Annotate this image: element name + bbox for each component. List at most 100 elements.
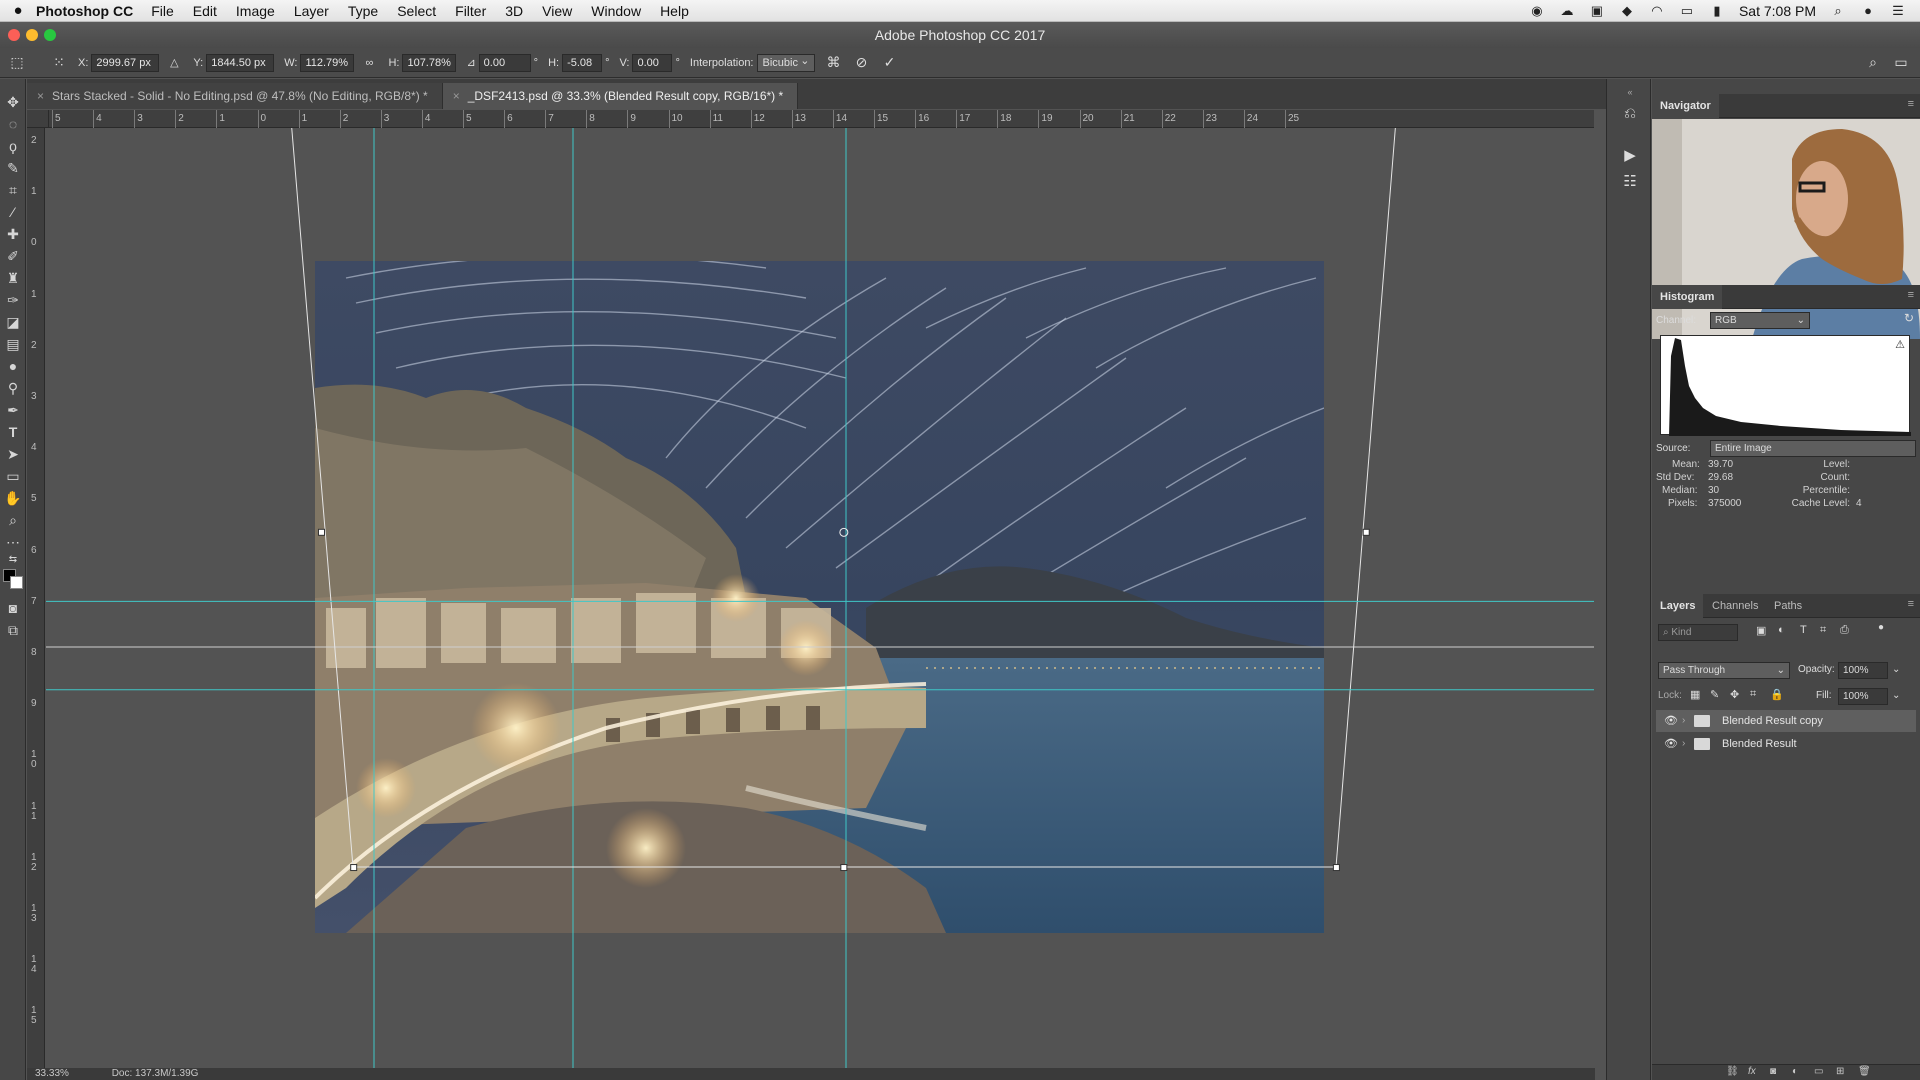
cancel-transform-icon[interactable]: ⊘ <box>853 54 871 71</box>
link-layers-icon[interactable]: ⛓ <box>1726 1066 1739 1077</box>
navigator-tab[interactable]: Navigator <box>1652 94 1719 118</box>
close-window-button[interactable] <box>8 29 20 41</box>
quick-selection-tool-icon[interactable]: ✎ <box>2 157 24 179</box>
history-panel-icon[interactable]: ⎌ <box>1619 103 1641 125</box>
layer-name[interactable]: Blended Result <box>1722 733 1797 755</box>
search-icon[interactable]: ⌕ <box>1864 54 1882 71</box>
swap-colors-icon[interactable]: ⇆ <box>2 549 24 571</box>
rectangle-tool-icon[interactable]: ▭ <box>2 465 24 487</box>
tab-layers[interactable]: Layers <box>1652 594 1704 618</box>
notification-center-icon[interactable]: ☰ <box>1890 3 1906 18</box>
histogram-tab[interactable]: Histogram <box>1652 285 1723 309</box>
path-selection-tool-icon[interactable]: ➤ <box>2 443 24 465</box>
eraser-tool-icon[interactable]: ◪ <box>2 311 24 333</box>
menubar-clock[interactable]: Sat 7:08 PM <box>1739 3 1816 19</box>
menu-window[interactable]: Window <box>591 3 641 19</box>
vertical-skew-input[interactable]: 0.00 <box>632 53 673 72</box>
airplay-icon[interactable]: ▭ <box>1679 3 1695 18</box>
crop-tool-icon[interactable]: ⌗ <box>2 179 24 201</box>
healing-brush-tool-icon[interactable]: ✚ <box>2 223 24 245</box>
actions-panel-icon[interactable]: ▶ <box>1619 145 1641 167</box>
filter-adjustment-icon[interactable]: ◐ <box>1778 624 1785 636</box>
filter-type-icon[interactable]: T <box>1800 624 1807 636</box>
spotlight-search-icon[interactable]: ⌕ <box>1830 3 1846 18</box>
layer-style-icon[interactable]: fx <box>1748 1066 1756 1077</box>
dodge-tool-icon[interactable]: ⚲ <box>2 377 24 399</box>
layer-name[interactable]: Blended Result copy <box>1722 710 1823 732</box>
history-brush-tool-icon[interactable]: ✑ <box>2 289 24 311</box>
layer-filter-input[interactable]: ⌕ Kind <box>1658 624 1738 641</box>
menu-layer[interactable]: Layer <box>294 3 329 19</box>
interpolation-select[interactable]: Bicubic <box>756 53 815 72</box>
display-icon[interactable]: ▣ <box>1589 3 1605 18</box>
lasso-tool-icon[interactable]: ϙ <box>2 135 24 157</box>
relative-position-icon[interactable]: △ <box>165 56 183 69</box>
panel-menu-icon[interactable]: ≡ <box>1908 289 1914 301</box>
gradient-tool-icon[interactable]: ▤ <box>2 333 24 355</box>
adjustment-layer-icon[interactable]: ◐ <box>1792 1066 1798 1077</box>
new-layer-icon[interactable]: ⊞ <box>1836 1066 1844 1077</box>
add-mask-icon[interactable]: ◙ <box>1770 1066 1776 1077</box>
lock-position-icon[interactable]: ✥ <box>1730 688 1739 701</box>
menu-image[interactable]: Image <box>236 3 275 19</box>
transform-handle[interactable] <box>317 528 325 536</box>
close-tab-icon[interactable]: × <box>453 89 460 103</box>
zoom-level[interactable]: 33.33% <box>35 1068 69 1079</box>
lock-artboard-icon[interactable]: ⌗ <box>1750 688 1756 701</box>
lock-all-icon[interactable]: 🔒 <box>1770 688 1784 701</box>
collapse-panels-icon[interactable]: « <box>1619 81 1641 103</box>
ruler-origin[interactable] <box>27 110 49 128</box>
transform-handle[interactable] <box>350 864 358 872</box>
chevron-down-icon[interactable]: ⌄ <box>1892 690 1900 701</box>
menu-edit[interactable]: Edit <box>193 3 217 19</box>
background-color-swatch[interactable] <box>10 576 23 589</box>
delete-layer-icon[interactable]: 🗑 <box>1858 1066 1871 1077</box>
record-icon[interactable]: ◉ <box>1529 3 1545 18</box>
marquee-tool-icon[interactable]: ◌ <box>2 113 24 135</box>
visibility-eye-icon[interactable]: 👁 <box>1664 733 1678 755</box>
pen-tool-icon[interactable]: ✒ <box>2 399 24 421</box>
filter-smart-object-icon[interactable]: ⎙ <box>1840 624 1849 637</box>
fill-input[interactable]: 100% <box>1838 688 1888 705</box>
vertical-ruler[interactable]: 2 1 0 1 2 3 4 5 6 7 8 9 10 11 12 13 14 15 <box>27 128 45 1080</box>
commit-transform-icon[interactable]: ✓ <box>881 54 899 71</box>
refresh-histogram-icon[interactable]: ↻ <box>1904 311 1914 325</box>
visibility-eye-icon[interactable]: 👁 <box>1664 710 1678 732</box>
horizontal-skew-input[interactable]: -5.08 <box>562 53 603 72</box>
document-canvas[interactable] <box>46 128 1594 1068</box>
blur-tool-icon[interactable]: ● <box>2 355 24 377</box>
layer-row[interactable]: 👁 › Blended Result <box>1656 733 1916 755</box>
maximize-window-button[interactable] <box>44 29 56 41</box>
app-menu[interactable]: Photoshop CC <box>36 3 133 19</box>
menu-help[interactable]: Help <box>660 3 689 19</box>
tab-channels[interactable]: Channels <box>1704 594 1766 618</box>
menu-select[interactable]: Select <box>397 3 436 19</box>
type-tool-icon[interactable]: T <box>2 421 24 443</box>
document-tab[interactable]: × Stars Stacked - Solid - No Editing.psd … <box>27 83 443 109</box>
move-tool-icon[interactable]: ✥ <box>2 91 24 113</box>
filter-pixel-icon[interactable]: ▣ <box>1756 624 1766 637</box>
menu-type[interactable]: Type <box>348 3 378 19</box>
zoom-tool-icon[interactable]: ⌕ <box>2 509 24 531</box>
width-input[interactable]: 112.79% <box>300 53 355 72</box>
transform-handle[interactable] <box>1332 864 1340 872</box>
notification-icon[interactable]: ◆ <box>1619 3 1635 18</box>
height-input[interactable]: 107.78% <box>402 53 457 72</box>
blend-mode-select[interactable]: Pass Through ⌄ <box>1658 662 1790 679</box>
menu-file[interactable]: File <box>151 3 174 19</box>
filter-shape-icon[interactable]: ⌗ <box>1820 624 1826 637</box>
brush-tool-icon[interactable]: ✐ <box>2 245 24 267</box>
menu-3d[interactable]: 3D <box>505 3 523 19</box>
close-tab-icon[interactable]: × <box>37 89 44 103</box>
channel-select[interactable]: RGB ⌄ <box>1710 312 1810 329</box>
lock-image-icon[interactable]: ✎ <box>1710 688 1719 701</box>
menu-filter[interactable]: Filter <box>455 3 486 19</box>
expand-group-icon[interactable]: › <box>1682 710 1685 732</box>
warning-icon[interactable]: ⚠ <box>1895 338 1905 351</box>
rotation-input[interactable]: 0.00 <box>478 53 531 72</box>
source-select[interactable]: Entire Image <box>1710 440 1916 457</box>
new-group-icon[interactable]: ▭ <box>1814 1066 1823 1077</box>
apple-menu-icon[interactable]: ● <box>0 2 36 19</box>
tab-paths[interactable]: Paths <box>1766 594 1810 618</box>
eyedropper-tool-icon[interactable]: ⁄ <box>2 201 24 223</box>
